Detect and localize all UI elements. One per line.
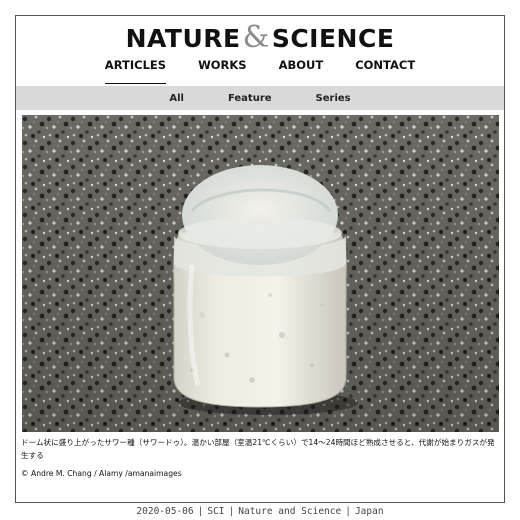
footer-separator: |	[345, 506, 351, 517]
footer-site: Nature and Science	[238, 506, 342, 517]
footer-separator: |	[197, 506, 204, 517]
category-series[interactable]: Series	[316, 93, 351, 104]
footer-region: Japan	[354, 506, 384, 517]
nav-articles[interactable]: ARTICLES	[104, 58, 167, 84]
photo-caption: ドーム状に盛り上がったサワー種（サワードゥ）。温かい部屋（室温21℃くらい）で1…	[21, 438, 495, 460]
category-feature[interactable]: Feature	[228, 93, 272, 104]
nav-contact[interactable]: CONTACT	[355, 58, 415, 84]
photo-credit: © Andre M. Chang / Alamy /amanaimages	[21, 469, 182, 478]
logo-word-nature: NATURE	[125, 24, 241, 53]
logo-ampersand: &	[242, 20, 270, 55]
footer-tag: SCI	[207, 506, 225, 517]
footer-date: 2020-05-06	[136, 506, 194, 517]
page-footer: 2020-05-06 | SCI | Nature and Science | Japan	[0, 506, 520, 517]
sourdough-jar-image	[22, 115, 499, 432]
category-nav: All Feature Series	[16, 86, 504, 110]
nav-works[interactable]: WORKS	[198, 58, 247, 84]
article-photo	[22, 115, 499, 432]
page-frame: NATURE&SCIENCE ARTICLES WORKS ABOUT CONT…	[15, 15, 505, 503]
footer-separator: |	[228, 506, 235, 517]
logo-word-science: SCIENCE	[271, 24, 395, 53]
main-nav: ARTICLES WORKS ABOUT CONTACT	[16, 58, 504, 84]
site-logo[interactable]: NATURE&SCIENCE	[16, 20, 504, 55]
nav-about[interactable]: ABOUT	[279, 58, 324, 84]
category-all[interactable]: All	[169, 93, 184, 104]
